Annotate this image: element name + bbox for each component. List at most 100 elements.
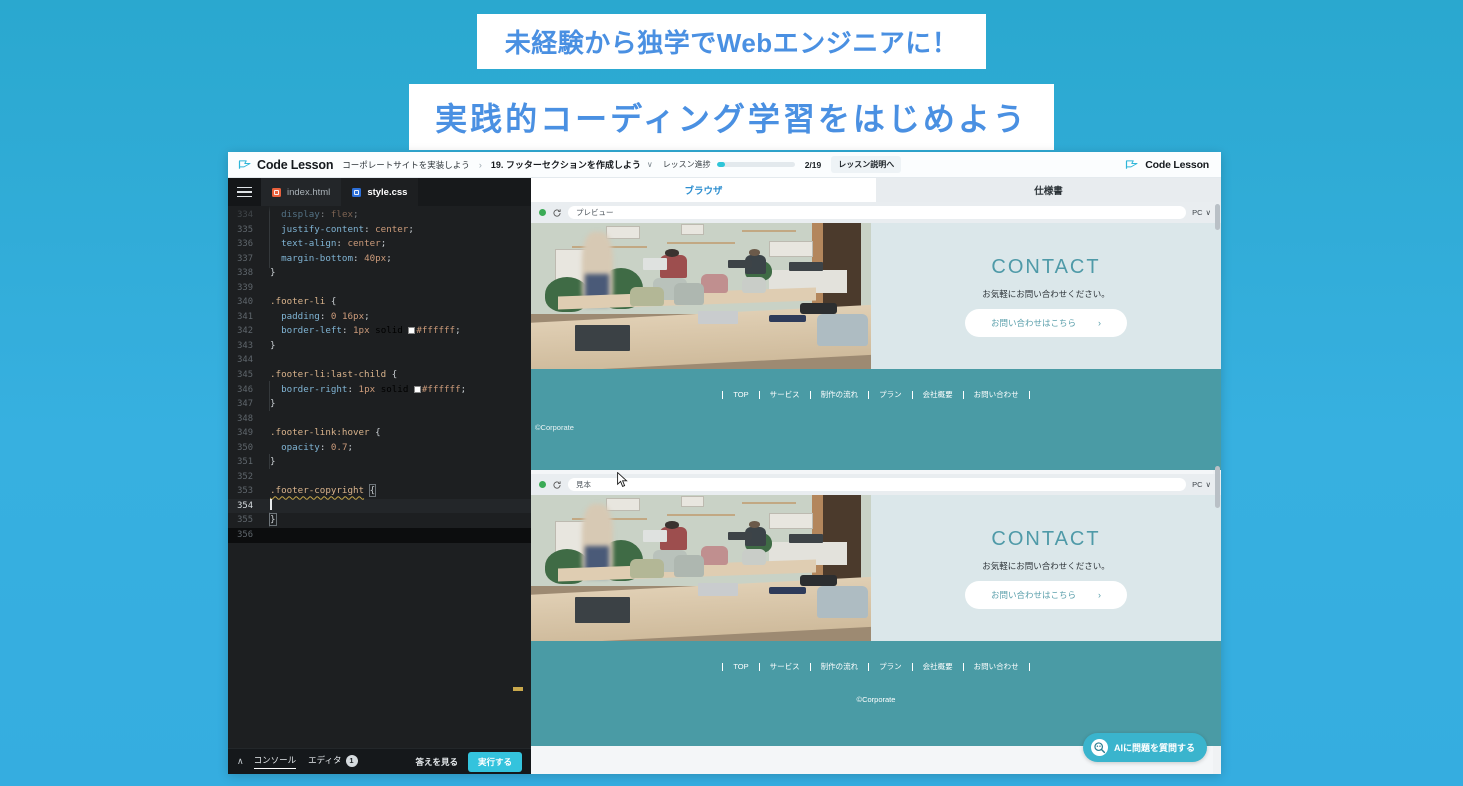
chevron-down-icon: ∨ xyxy=(1205,480,1212,489)
progress-bar-fill xyxy=(716,162,725,167)
code-editor-area[interactable]: 334 display: flex; 335 justify-content: c… xyxy=(228,206,531,748)
reload-icon[interactable] xyxy=(552,480,562,490)
code-line-number: 352 xyxy=(237,471,253,482)
editor-tab-style-css[interactable]: style.css xyxy=(341,178,419,206)
footer-nav-item[interactable]: TOP xyxy=(722,391,758,399)
footer-nav-item[interactable]: お問い合わせ xyxy=(962,391,1030,399)
code-line[interactable]: 350 opacity: 0.7; xyxy=(228,441,531,456)
editor-footer-toolbar: ∧ コンソール エディタ 1 答えを見る 実行する xyxy=(228,748,531,774)
chevron-right-icon: › xyxy=(1098,317,1101,328)
footer-nav-item[interactable]: 制作の流れ xyxy=(809,663,869,671)
code-line[interactable]: 338} xyxy=(228,266,531,281)
code-line-number: 356 xyxy=(237,530,253,541)
code-line[interactable]: 343} xyxy=(228,339,531,354)
code-line[interactable]: 354 xyxy=(228,498,531,514)
contact-content: CONTACT お気軽にお問い合わせください。 お問い合わせはこちら › xyxy=(871,223,1221,369)
progress-bar xyxy=(716,162,795,167)
code-line[interactable]: 344 xyxy=(228,353,531,368)
tab-browser[interactable]: ブラウザ xyxy=(531,178,876,202)
code-line-text: opacity: 0.7; xyxy=(281,441,354,453)
lesson-chevron-down-icon[interactable]: ∨ xyxy=(647,160,653,169)
editor-tab-index-html[interactable]: index.html xyxy=(261,178,342,206)
collapse-panel-icon[interactable]: ∧ xyxy=(237,756,244,767)
app-window: Code Lesson コーポレートサイトを実装しよう › 19. フッターセク… xyxy=(228,152,1221,774)
code-line[interactable]: 356 xyxy=(228,528,531,543)
promo-headline-line2: 実践的コーディング学習をはじめよう xyxy=(409,84,1054,150)
breadcrumb-separator-icon: › xyxy=(478,159,482,170)
reload-icon[interactable] xyxy=(552,208,562,218)
code-line[interactable]: 347} xyxy=(228,397,531,412)
editor-tab-label: index.html xyxy=(287,186,331,198)
hamburger-menu-icon[interactable] xyxy=(228,178,261,206)
topbar-right-logo[interactable]: Code Lesson xyxy=(1125,159,1209,171)
sample-address-bar: 見本 PC ∨ xyxy=(531,474,1221,495)
site-footer-preview: TOP サービス 制作の流れ プラン 会社概要 お問い合わせ ©Corporat… xyxy=(531,369,1221,470)
chevron-down-icon: ∨ xyxy=(1205,208,1212,217)
footer-nav-item[interactable]: プラン xyxy=(868,391,912,399)
footer-nav-item[interactable]: サービス xyxy=(758,391,810,399)
code-line-text: } xyxy=(269,513,277,527)
code-line[interactable]: 346 border-right: 1px solid #ffffff; xyxy=(228,383,531,398)
code-line[interactable]: 345 .footer-li:last-child { xyxy=(228,368,531,383)
progress-count: 2/19 xyxy=(804,159,822,170)
sample-device-selector[interactable]: PC ∨ xyxy=(1192,480,1213,489)
footer-nav-item[interactable]: 会社概要 xyxy=(911,391,963,399)
code-line-text: } xyxy=(270,398,276,410)
code-line[interactable]: 341 padding: 0 16px; xyxy=(228,310,531,325)
footer-tab-console[interactable]: コンソール xyxy=(253,754,297,769)
code-line[interactable]: 353 .footer-copyright { xyxy=(228,484,531,499)
code-line-number: 345 xyxy=(237,370,253,381)
code-line[interactable]: 337 margin-bottom: 40px; xyxy=(228,252,531,267)
code-line[interactable]: 352 xyxy=(228,470,531,485)
code-line[interactable]: 339 xyxy=(228,281,531,296)
show-answer-button[interactable]: 答えを見る xyxy=(415,756,458,768)
code-line[interactable]: 340 .footer-li { xyxy=(228,295,531,310)
preview-device-selector[interactable]: PC ∨ xyxy=(1192,208,1213,217)
breadcrumb-course[interactable]: コーポレートサイトを実装しよう xyxy=(342,159,470,171)
run-button[interactable]: 実行する xyxy=(467,751,522,772)
code-line-number: 354 xyxy=(237,500,253,511)
contact-content-sample: CONTACT お気軽にお問い合わせください。 お問い合わせはこちら › xyxy=(871,495,1221,641)
footer-nav-item[interactable]: プラン xyxy=(868,663,912,671)
code-line-number: 353 xyxy=(237,486,253,497)
code-line[interactable]: 348 xyxy=(228,412,531,427)
promo-headline-group: 未経験から独学でWebエンジニアに！ 実践的コーディング学習をはじめよう xyxy=(0,14,1463,150)
contact-cta-button[interactable]: お問い合わせはこちら › xyxy=(964,308,1127,337)
mouse-cursor-icon xyxy=(617,472,628,487)
code-line[interactable]: 335 justify-content: center; xyxy=(228,223,531,238)
editor-tab-label: style.css xyxy=(367,186,408,198)
code-line[interactable]: 336 text-align: center; xyxy=(228,237,531,252)
code-line[interactable]: 349 .footer-link:hover { xyxy=(228,426,531,441)
preview-scrollbar-main[interactable] xyxy=(1215,466,1220,508)
footer-nav-item[interactable]: TOP xyxy=(722,663,758,671)
code-empty-space xyxy=(228,542,531,748)
code-line-number: 347 xyxy=(237,399,253,410)
ask-ai-button[interactable]: AIに問題を質問する xyxy=(1082,733,1207,762)
code-minimap-marker xyxy=(513,687,523,691)
footer-tab-editor[interactable]: エディタ 1 xyxy=(308,754,358,769)
code-line-number: 343 xyxy=(237,340,253,351)
preview-url-field[interactable]: プレビュー xyxy=(568,206,1187,219)
code-line[interactable]: 351} xyxy=(228,455,531,470)
contact-section-sample: CONTACT お気軽にお問い合わせください。 お問い合わせはこちら › xyxy=(531,495,1221,641)
footer-nav-item[interactable]: 会社概要 xyxy=(911,663,963,671)
code-editor-pane: index.html style.css 334 display: flex; 3… xyxy=(228,178,531,774)
app-logo[interactable]: Code Lesson xyxy=(238,158,333,172)
footer-nav-item[interactable]: サービス xyxy=(758,663,810,671)
footer-nav-item[interactable]: お問い合わせ xyxy=(962,663,1030,671)
preview-tabbar: ブラウザ 仕様書 xyxy=(531,178,1221,202)
footer-nav-item[interactable]: 制作の流れ xyxy=(809,391,869,399)
status-dot-icon xyxy=(539,209,546,216)
sample-url-field[interactable]: 見本 xyxy=(568,478,1187,491)
code-line-text: border-right: 1px solid #ffffff; xyxy=(281,383,467,395)
code-line[interactable]: 355} xyxy=(228,513,531,528)
topbar-right-logo-text: Code Lesson xyxy=(1145,158,1209,171)
code-line-text: .footer-link:hover { xyxy=(270,427,381,439)
code-line[interactable]: 342 border-left: 1px solid #ffffff; xyxy=(228,324,531,339)
contact-section: CONTACT お気軽にお問い合わせください。 お問い合わせはこちら › xyxy=(531,223,1221,369)
tab-specification[interactable]: 仕様書 xyxy=(876,178,1221,202)
preview-scrollbar-top[interactable] xyxy=(1215,204,1220,230)
graduation-cap-icon-right xyxy=(1126,159,1138,169)
lesson-description-button[interactable]: レッスン説明へ xyxy=(831,156,902,173)
contact-cta-button-sample[interactable]: お問い合わせはこちら › xyxy=(964,580,1127,609)
